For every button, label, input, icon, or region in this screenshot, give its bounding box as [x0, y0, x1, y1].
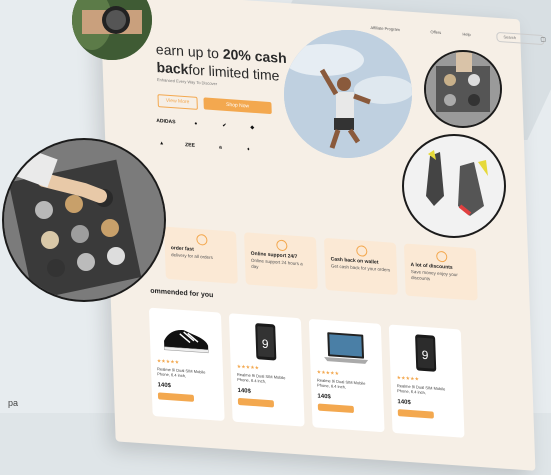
apple-logo: ●	[194, 120, 198, 127]
features-row: order fast delivery for all orders Onlin…	[164, 226, 496, 310]
product-price: 140$	[317, 393, 331, 401]
search-input[interactable]: Search	[496, 31, 545, 46]
rating-stars: ★★★★★	[156, 358, 180, 366]
view-more-button[interactable]: View More	[157, 94, 198, 110]
rating-stars: ★★★★★	[236, 363, 260, 372]
adidas-logo: ADIDAS	[156, 118, 176, 126]
feature-card: Online support 24/7 Online support 24 ho…	[244, 232, 318, 290]
product-card[interactable]: ★★★★★ Realme 9i Dual SIM Mobile Phone, 6…	[148, 307, 225, 422]
wallet-icon	[356, 245, 368, 257]
adidas-stripes-logo: ▲	[159, 140, 165, 147]
add-to-cart-button[interactable]	[397, 409, 434, 419]
svg-text:9: 9	[262, 337, 269, 351]
product-price: 140$	[157, 382, 172, 390]
sneaker-image	[163, 330, 209, 354]
nike-logo: ✔	[222, 122, 227, 129]
truck-icon	[196, 233, 208, 246]
nav-link-affiliate[interactable]: Affiliate Program	[370, 25, 400, 32]
headset-icon	[276, 239, 288, 252]
product-price: 140$	[237, 387, 252, 395]
rating-stars: ★★★★★	[396, 375, 420, 383]
cart-icon[interactable]: ▢	[540, 36, 546, 43]
add-to-cart-button[interactable]	[317, 403, 354, 414]
amazon-logo: a	[219, 144, 223, 151]
jumping-man-icon	[284, 30, 412, 158]
phone-image: 9	[415, 334, 437, 372]
product-card[interactable]: ★★★★★ Realme 9i Dual SIM Mobile Phone, 6…	[308, 318, 385, 433]
feature-desc: Get cash back for your orders	[330, 263, 391, 273]
feature-desc: Save money enjoy your discounts	[410, 268, 458, 282]
product-name: Realme 9i Dual SIM Mobile Phone, 6.4 inc…	[236, 371, 286, 384]
feature-card: Cash back on wallet Get cash back for yo…	[323, 237, 398, 296]
hero-person-photo	[284, 30, 412, 158]
shop-now-button[interactable]: Shop Now	[203, 97, 272, 115]
feature-desc: delivery for all orders	[170, 252, 213, 261]
caption-text: pa	[8, 398, 19, 408]
feature-card: A lot of discounts Save money enjoy your…	[403, 243, 478, 301]
discount-icon	[436, 250, 448, 263]
add-to-cart-button[interactable]	[237, 397, 275, 408]
nav-link-help[interactable]: Help	[462, 31, 470, 37]
feature-card: order fast delivery for all orders	[164, 226, 238, 284]
photo-ring	[402, 134, 506, 238]
product-card[interactable]: 9 ★★★★★ Realme 9i Dual SIM Mobile Phone,…	[388, 324, 465, 438]
product-price: 140$	[397, 399, 411, 407]
photo-ring	[424, 50, 502, 128]
feature-desc: Online support 24 hours a day	[250, 257, 303, 270]
product-card[interactable]: 9 ★★★★★ Realme 9i Dual SIM Mobile Phone,…	[228, 313, 305, 427]
svg-text:9: 9	[422, 348, 429, 362]
brand-logo: ◆	[250, 124, 255, 131]
gem-logo: ♦	[247, 146, 250, 153]
nav-link-offers[interactable]: Offers	[430, 29, 441, 35]
add-to-cart-button[interactable]	[157, 392, 195, 402]
laptop-image	[324, 332, 369, 364]
brand-logos: ADIDAS ● ✔ ◆ ▲ ZEE a ♦	[152, 118, 272, 153]
product-name: Realme 9i Dual SIM Mobile Phone, 6.4 inc…	[156, 366, 206, 379]
rating-stars: ★★★★★	[316, 369, 340, 378]
zee-logo: ZEE	[185, 142, 195, 149]
photo-ring	[2, 138, 166, 302]
product-name: Realme 9i Dual SIM Mobile Phone, 6.4 inc…	[316, 377, 366, 390]
phone-image: 9	[255, 323, 277, 361]
product-name: Realme 9i Dual SIM Mobile Phone, 6.4 inc…	[396, 383, 446, 396]
